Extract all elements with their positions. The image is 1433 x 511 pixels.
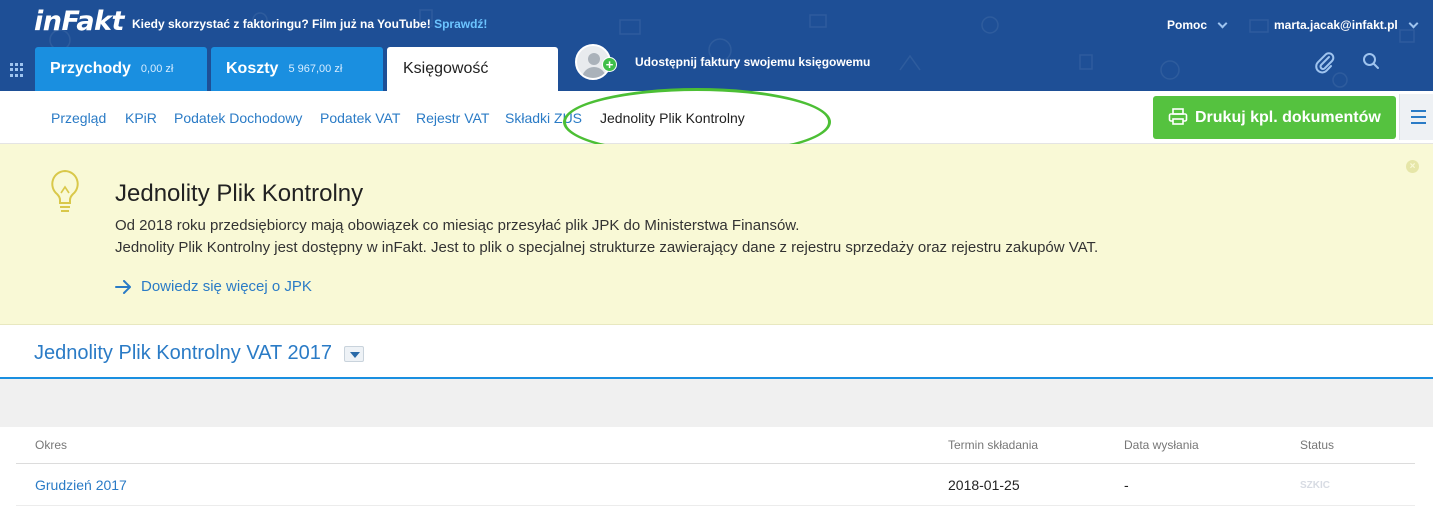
tab-koszty[interactable]: Koszty 5 967,00 zł — [211, 47, 383, 91]
lightbulb-icon — [51, 169, 79, 212]
subnav-item-przeglad[interactable]: Przegląd — [51, 110, 106, 126]
column-header-termin: Termin składania — [948, 438, 1039, 452]
subnav-item-podatek-vat[interactable]: Podatek VAT — [320, 110, 400, 126]
subnav-item-podatek-dochodowy[interactable]: Podatek Dochodowy — [174, 110, 302, 126]
tab-label: Koszty — [226, 60, 279, 77]
infakt-logo[interactable]: inFakt — [34, 6, 124, 37]
subnav-item-kpir[interactable]: KPiR — [125, 110, 157, 126]
tab-label: Księgowość — [403, 60, 489, 77]
print-button-label: Drukuj kpl. dokumentów — [1195, 108, 1381, 126]
banner-line-2: Jednolity Plik Kontrolny jest dostępny w… — [115, 239, 1099, 256]
tab-value: 5 967,00 zł — [288, 63, 343, 75]
help-label: Pomoc — [1167, 18, 1208, 32]
column-header-data-wyslania: Data wysłania — [1124, 438, 1199, 452]
tab-przychody[interactable]: Przychody 0,00 zł — [35, 47, 207, 91]
share-text: Udostępnij faktury swojemu księgowemu — [635, 55, 871, 69]
paperclip-icon[interactable] — [1312, 50, 1336, 74]
tab-ksiegowosc[interactable]: Księgowość — [387, 47, 558, 91]
dropdown-icon[interactable] — [343, 345, 364, 362]
cell-sent-date: - — [1124, 477, 1129, 493]
promo-banner: Kiedy skorzystać z faktoringu? Film już … — [132, 17, 487, 31]
search-icon[interactable] — [1362, 52, 1380, 70]
cell-deadline: 2018-01-25 — [948, 477, 1020, 493]
hamburger-menu-icon[interactable] — [1399, 94, 1433, 140]
promo-text: Kiedy skorzystać z faktoringu? Film już … — [132, 17, 431, 31]
section-title: Jednolity Plik Kontrolny VAT 2017 — [34, 342, 364, 365]
plus-icon: + — [602, 57, 617, 72]
subnav-item-rejestr-vat[interactable]: Rejestr VAT — [416, 110, 489, 126]
user-menu[interactable]: marta.jacak@infakt.pl — [1274, 18, 1419, 32]
section-title-text: Jednolity Plik Kontrolny VAT 2017 — [34, 342, 332, 364]
cell-period[interactable]: Grudzień 2017 — [35, 477, 127, 493]
chevron-down-icon — [1408, 18, 1419, 29]
printer-icon — [1168, 108, 1188, 125]
column-header-status: Status — [1300, 438, 1335, 452]
print-documents-button[interactable]: Drukuj kpl. dokumentów — [1153, 96, 1396, 139]
learn-more-label: Dowiedz się więcej o JPK — [141, 278, 312, 295]
table-header-divider — [16, 463, 1415, 464]
share-with-accountant[interactable]: Udostępnij faktury swojemu księgowemu — [575, 44, 870, 80]
toolbar-band — [0, 379, 1433, 427]
tab-label: Przychody — [50, 60, 131, 77]
tab-value: 0,00 zł — [140, 63, 174, 75]
apps-grid-icon[interactable] — [10, 63, 24, 77]
learn-more-link[interactable]: Dowiedz się więcej o JPK — [115, 278, 312, 295]
user-email: marta.jacak@infakt.pl — [1274, 18, 1398, 32]
promo-link[interactable]: Sprawdź! — [434, 17, 487, 31]
banner-description: Od 2018 roku przedsiębiorcy mają obowiąz… — [115, 215, 1098, 259]
chevron-down-icon — [1217, 18, 1228, 29]
status-badge: SZKIC — [1300, 480, 1330, 491]
top-header: inFakt Kiedy skorzystać z faktoringu? Fi… — [0, 0, 1433, 91]
banner-title: Jednolity Plik Kontrolny — [115, 180, 364, 207]
close-icon[interactable]: × — [1406, 160, 1419, 173]
arrow-right-icon — [115, 279, 131, 294]
column-header-okres: Okres — [35, 438, 68, 452]
banner-line-1: Od 2018 roku przedsiębiorcy mają obowiąz… — [115, 217, 800, 234]
info-banner: × Jednolity Plik Kontrolny Od 2018 roku … — [0, 144, 1433, 325]
help-menu[interactable]: Pomoc — [1167, 18, 1228, 32]
row-divider — [16, 505, 1415, 506]
